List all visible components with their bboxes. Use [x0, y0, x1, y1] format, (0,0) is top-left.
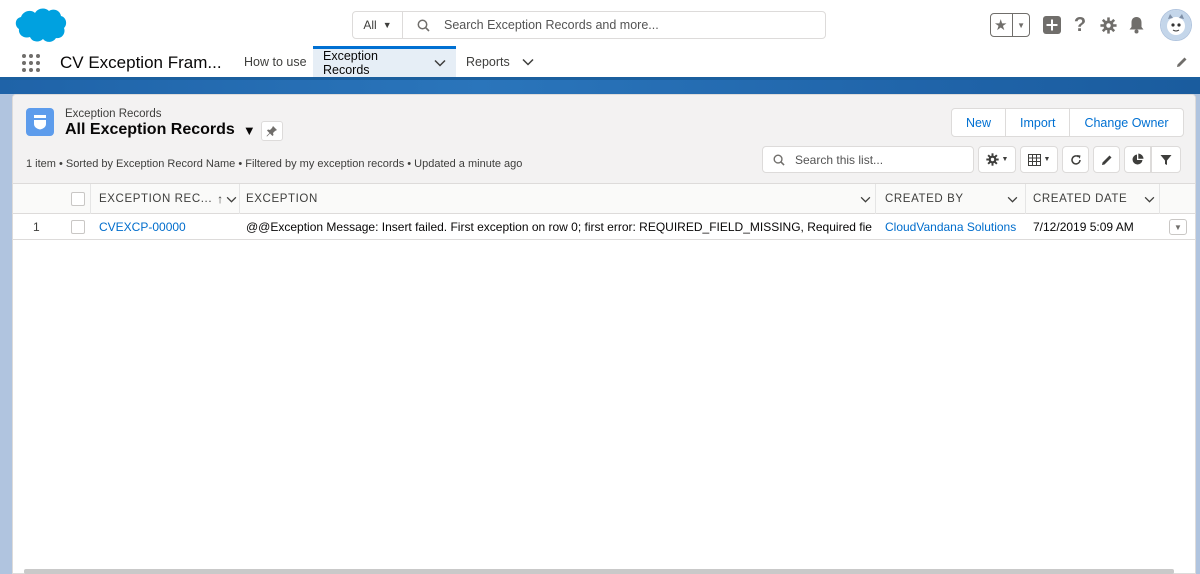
- pin-icon: [266, 126, 277, 137]
- row-checkbox[interactable]: [71, 220, 85, 234]
- caret-down-icon[interactable]: ▼: [243, 123, 256, 138]
- chart-pie-icon: [1132, 153, 1144, 165]
- search-icon: [417, 19, 430, 32]
- table-icon: [1027, 153, 1041, 166]
- app-name: CV Exception Fram...: [60, 53, 222, 72]
- column-header-created-by[interactable]: CREATED BY: [885, 184, 1025, 214]
- list-view-card: Exception Records All Exception Records …: [12, 94, 1196, 574]
- list-view-header: Exception Records All Exception Records …: [13, 95, 1195, 184]
- app-launcher-icon[interactable]: [22, 54, 40, 72]
- list-search-input[interactable]: [795, 152, 965, 167]
- exception-message-cell: @@Exception Message: Insert failed. Firs…: [246, 220, 872, 234]
- caret-down-icon[interactable]: ▼: [1017, 21, 1025, 30]
- navigation-bar: CV Exception Fram... How to use Exceptio…: [0, 46, 1200, 80]
- show-charts-button[interactable]: [1124, 146, 1151, 173]
- list-view-selector[interactable]: All Exception Records ▼: [65, 121, 256, 139]
- tab-exception-records[interactable]: Exception Records: [313, 46, 456, 77]
- row-actions-menu-button[interactable]: ▼: [1169, 219, 1187, 235]
- list-search: [762, 146, 974, 173]
- astro-avatar-icon: [1161, 10, 1191, 40]
- search-icon: [773, 154, 785, 166]
- chevron-down-icon[interactable]: [1007, 196, 1018, 203]
- tab-label: Exception Records: [323, 49, 378, 77]
- search-field: [403, 12, 825, 38]
- horizontal-scrollbar[interactable]: [24, 569, 1174, 574]
- table-header: EXCEPTION REC... ↑ EXCEPTION CREATED BY …: [13, 184, 1195, 214]
- created-by-link[interactable]: CloudVandana Solutions: [885, 214, 1025, 240]
- search-scope-label: All: [363, 18, 377, 32]
- filter-icon: [1160, 154, 1172, 165]
- row-number: 1: [33, 220, 40, 234]
- list-view-controls-button[interactable]: ▼: [978, 146, 1016, 173]
- object-label: Exception Records: [65, 108, 162, 120]
- help-icon[interactable]: ?: [1070, 14, 1090, 36]
- column-header-created-date[interactable]: CREATED DATE: [1033, 184, 1163, 214]
- caret-down-icon: ▼: [1174, 222, 1182, 232]
- pin-list-view-button[interactable]: [261, 121, 283, 141]
- header-icons: ★ ▼ ?: [990, 9, 1192, 41]
- import-button[interactable]: Import: [1006, 109, 1071, 136]
- column-label: EXCEPTION REC...: [99, 193, 213, 205]
- global-header: All ▼ ★ ▼ ?: [0, 0, 1200, 46]
- new-button[interactable]: New: [952, 109, 1007, 136]
- salesforce-logo-icon[interactable]: [13, 6, 67, 44]
- exception-record-object-icon: [26, 108, 54, 136]
- list-actions-button-group: New Import Change Owner: [951, 108, 1184, 137]
- global-search: All ▼: [352, 11, 826, 39]
- tab-label: Reports: [466, 54, 510, 69]
- filters-button[interactable]: [1151, 146, 1181, 173]
- column-label: CREATED DATE: [1033, 193, 1128, 205]
- column-header-exception-record[interactable]: EXCEPTION REC... ↑: [99, 184, 239, 214]
- select-all-checkbox-cell: [71, 184, 91, 214]
- user-avatar[interactable]: [1160, 9, 1192, 41]
- table-row: 1 CVEXCP-00000 @@Exception Message: Inse…: [13, 214, 1195, 240]
- refresh-button[interactable]: [1062, 146, 1089, 173]
- chevron-down-icon[interactable]: [434, 59, 446, 67]
- change-owner-button[interactable]: Change Owner: [1070, 109, 1183, 136]
- pencil-icon: [1101, 155, 1111, 165]
- chevron-down-icon[interactable]: [1144, 196, 1155, 203]
- column-label: EXCEPTION: [246, 193, 318, 205]
- list-view-name: All Exception Records: [65, 121, 235, 138]
- star-icon[interactable]: ★: [994, 16, 1007, 34]
- brand-band: [0, 80, 1200, 94]
- record-name-link[interactable]: CVEXCP-00000: [99, 214, 237, 240]
- favorites-button[interactable]: ★ ▼: [990, 13, 1030, 37]
- setup-gear-icon[interactable]: [1098, 15, 1118, 35]
- search-scope-dropdown[interactable]: All ▼: [353, 12, 403, 38]
- display-as-table-button[interactable]: ▼: [1020, 146, 1058, 173]
- edit-nav-pencil-icon[interactable]: [1176, 56, 1188, 71]
- row-checkbox-cell: [71, 214, 91, 240]
- caret-down-icon: ▼: [382, 20, 392, 30]
- tab-how-to-use[interactable]: How to use: [234, 46, 317, 77]
- notifications-bell-icon[interactable]: [1126, 15, 1146, 35]
- chevron-down-icon[interactable]: [226, 196, 237, 203]
- global-search-input[interactable]: [444, 18, 804, 32]
- column-label: CREATED BY: [885, 193, 964, 205]
- caret-down-icon: ▼: [1001, 156, 1009, 163]
- global-actions-plus-icon[interactable]: [1042, 15, 1062, 35]
- chevron-down-icon[interactable]: [522, 58, 534, 66]
- caret-down-icon: ▼: [1043, 156, 1051, 163]
- list-info-text: 1 item • Sorted by Exception Record Name…: [26, 158, 523, 170]
- chevron-down-icon[interactable]: [860, 196, 871, 203]
- inline-edit-button[interactable]: [1093, 146, 1120, 173]
- sort-ascending-icon[interactable]: ↑: [217, 192, 223, 206]
- refresh-icon: [1070, 154, 1081, 165]
- tab-reports[interactable]: Reports: [456, 46, 544, 77]
- tab-label: How to use: [244, 54, 307, 69]
- gear-icon: [985, 153, 999, 166]
- created-date-cell: 7/12/2019 5:09 AM: [1033, 220, 1134, 234]
- select-all-checkbox[interactable]: [71, 192, 85, 206]
- column-header-exception[interactable]: EXCEPTION: [246, 184, 873, 214]
